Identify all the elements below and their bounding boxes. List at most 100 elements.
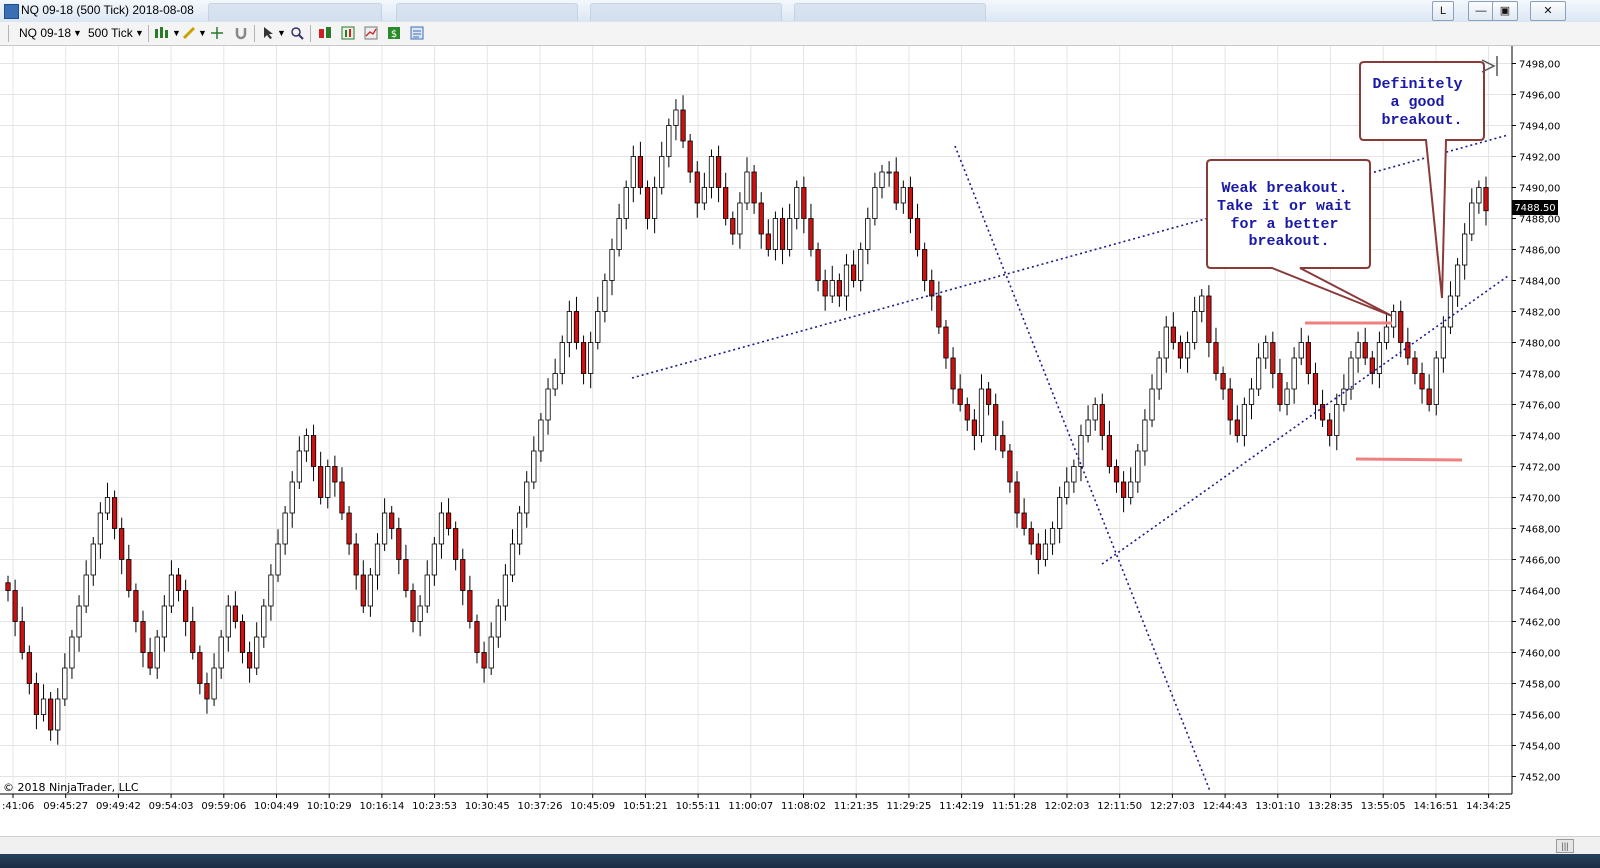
- candle: [1263, 335, 1269, 369]
- toolbar-separator: [148, 25, 149, 42]
- candle: [524, 471, 530, 528]
- candle: [254, 622, 260, 675]
- magnet-icon[interactable]: [234, 26, 248, 40]
- candle: [445, 498, 452, 536]
- candle: [829, 265, 835, 303]
- candle: [879, 165, 885, 199]
- candle: [1284, 382, 1290, 416]
- candle: [502, 564, 509, 621]
- background-browser-tab[interactable]: [396, 3, 578, 21]
- chevron-down-icon[interactable]: ▼: [135, 28, 144, 38]
- candle: [1206, 285, 1212, 358]
- candle: [538, 413, 544, 462]
- chevron-down-icon[interactable]: ▼: [73, 28, 82, 38]
- y-tick-label: 7466,00: [1519, 556, 1560, 567]
- candle: [1476, 180, 1482, 214]
- chevron-down-icon[interactable]: ▼: [172, 28, 181, 38]
- candle: [332, 455, 338, 497]
- toolbar-separator: [254, 25, 255, 42]
- app-icon: [4, 4, 19, 19]
- candle: [751, 165, 757, 214]
- bar-chart-icon[interactable]: [154, 26, 172, 40]
- time-axis[interactable]: :41:06 09:45:27 09:49:42 09:54:03 09:59:06 10…: [0, 793, 1512, 812]
- price-chart[interactable]: Weak breakout. Take it or wait for a bet…: [0, 46, 1600, 821]
- background-browser-tab[interactable]: [208, 3, 382, 21]
- y-tick-label: 7480,00: [1519, 339, 1560, 350]
- zoom-icon[interactable]: [290, 26, 304, 40]
- candle: [5, 575, 11, 602]
- candle: [673, 99, 679, 141]
- candle: [1419, 362, 1425, 404]
- candle: [1092, 397, 1098, 431]
- close-button[interactable]: ✕: [1530, 1, 1566, 21]
- falling-trendline[interactable]: [954, 145, 1211, 792]
- candle: [744, 157, 750, 210]
- strategy-icon[interactable]: [318, 26, 332, 40]
- x-tick-label: 12:11:50: [1097, 801, 1142, 812]
- dollar-icon[interactable]: $: [387, 26, 401, 40]
- chevron-down-icon[interactable]: ▼: [277, 28, 286, 38]
- candle: [872, 172, 878, 226]
- candle: [225, 595, 231, 652]
- candle: [1227, 378, 1233, 435]
- background-browser-tab[interactable]: [794, 3, 986, 21]
- candle: [90, 537, 96, 586]
- candle: [168, 560, 175, 613]
- pencil-icon[interactable]: [182, 26, 196, 40]
- candle: [97, 502, 103, 559]
- candle: [772, 211, 779, 261]
- candle: [474, 614, 480, 664]
- instrument-selector[interactable]: NQ 09-18: [19, 26, 71, 40]
- current-price-label: 7488.50: [1514, 203, 1555, 214]
- candle: [787, 203, 793, 257]
- candle: [1135, 444, 1141, 493]
- price-axis[interactable]: 7498,00 7496,00 7494,00 7492,00 7490,00 7488,…: [1511, 46, 1560, 794]
- note-line: breakout.: [1248, 233, 1329, 250]
- properties-icon[interactable]: [410, 26, 424, 40]
- cursor-icon[interactable]: [262, 26, 276, 40]
- background-browser-tab[interactable]: [590, 3, 782, 21]
- candle: [1078, 424, 1084, 482]
- candle: [417, 595, 423, 637]
- candle: [339, 467, 345, 520]
- y-tick-label: 7464,00: [1519, 587, 1560, 598]
- candle: [467, 575, 473, 629]
- candle: [1241, 397, 1248, 447]
- support-level-line[interactable]: [1355, 457, 1463, 462]
- upper-trendline[interactable]: [631, 134, 1509, 379]
- candle: [268, 564, 274, 621]
- rising-trendline[interactable]: [1101, 275, 1509, 565]
- candle: [623, 180, 629, 230]
- candle: [1042, 529, 1049, 567]
- y-tick-label: 7460,00: [1519, 649, 1560, 660]
- chevron-down-icon[interactable]: ▼: [198, 28, 207, 38]
- candle: [1099, 393, 1105, 451]
- candle: [218, 630, 224, 679]
- candle: [353, 533, 359, 590]
- y-tick-label: 7484,00: [1519, 277, 1560, 288]
- candle: [1291, 347, 1297, 404]
- candle: [1156, 351, 1162, 400]
- interval-selector[interactable]: 500 Tick: [88, 26, 133, 40]
- y-tick-label: 7496,00: [1519, 91, 1560, 102]
- candle: [659, 141, 665, 195]
- crosshair-icon[interactable]: [210, 26, 224, 40]
- link-button[interactable]: L: [1432, 1, 1454, 21]
- candle: [666, 118, 672, 168]
- maximize-button[interactable]: ▣: [1492, 1, 1518, 21]
- scrollbar-thumb[interactable]: |||: [1556, 839, 1574, 853]
- candle: [580, 335, 587, 385]
- candle: [140, 610, 146, 668]
- candle: [652, 176, 658, 234]
- horizontal-scrollbar[interactable]: |||: [0, 836, 1600, 854]
- minimize-button[interactable]: —: [1468, 1, 1494, 21]
- x-tick-label: :41:06: [2, 801, 34, 812]
- x-tick-label: 11:42:19: [939, 801, 984, 812]
- candle: [1049, 521, 1056, 555]
- template-icon[interactable]: [364, 26, 378, 40]
- candle: [1433, 351, 1439, 416]
- candle: [1163, 316, 1169, 373]
- candle: [1021, 498, 1027, 536]
- indicator-icon[interactable]: [341, 26, 355, 40]
- candle: [1319, 389, 1326, 427]
